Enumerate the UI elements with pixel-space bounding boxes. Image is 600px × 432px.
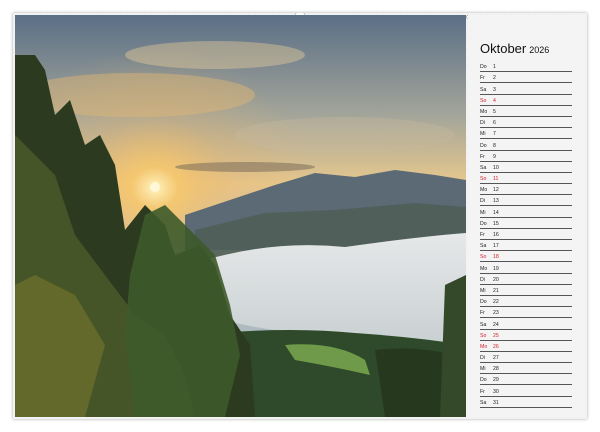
- weekday-label: Fr: [480, 232, 485, 238]
- day-number: 26: [493, 343, 499, 350]
- day-number: 21: [493, 287, 499, 294]
- weekday-label: Mo: [480, 108, 488, 115]
- day-number: 1: [493, 64, 496, 71]
- weekday-label: Di: [480, 120, 485, 127]
- day-row: Sa 17: [480, 240, 572, 252]
- day-number: 22: [493, 299, 499, 306]
- weekday-label: Mi: [480, 209, 486, 216]
- day-row: Di 13: [480, 195, 572, 207]
- day-row: Fr 9: [480, 151, 572, 162]
- day-number: 17: [493, 243, 499, 250]
- day-row: So 25: [480, 330, 572, 341]
- day-row: Mo 12: [480, 184, 572, 196]
- day-row: Fr 2: [480, 72, 572, 84]
- weekday-label: Fr: [480, 75, 485, 82]
- day-row: Sa 24: [480, 318, 572, 330]
- day-row: Di 27: [480, 352, 572, 364]
- day-row: Do 1: [480, 61, 572, 73]
- day-number: 7: [493, 131, 496, 138]
- weekday-label: So: [480, 97, 487, 104]
- weekday-label: Sa: [480, 321, 487, 328]
- day-row: Fr 23: [480, 307, 572, 319]
- day-row: Mo 19: [480, 262, 572, 274]
- day-number: 18: [493, 254, 499, 261]
- day-row: Mi 21: [480, 285, 572, 296]
- day-number: 27: [493, 355, 499, 362]
- day-row: Do 15: [480, 218, 572, 229]
- weekday-label: Do: [480, 377, 487, 384]
- weekday-label: Sa: [480, 243, 487, 250]
- day-number: 30: [493, 388, 499, 395]
- weekday-label: Mi: [480, 366, 486, 373]
- day-row: Mo 5: [480, 106, 572, 117]
- day-number: 24: [493, 321, 499, 328]
- weekday-label: Sa: [480, 399, 487, 406]
- day-row: So 11: [480, 173, 572, 185]
- weekday-label: So: [480, 176, 487, 183]
- day-number: 16: [493, 232, 499, 238]
- year-label: 2026: [529, 45, 550, 55]
- weekday-label: Sa: [480, 164, 487, 171]
- weekday-label: Sa: [480, 86, 487, 93]
- day-row: Fr 30: [480, 385, 572, 397]
- day-row: Mi 14: [480, 206, 572, 218]
- weekday-label: Do: [480, 64, 487, 71]
- weekday-label: Do: [480, 142, 487, 149]
- weekday-label: Di: [480, 198, 485, 205]
- weekday-label: Mo: [480, 187, 488, 194]
- day-number: 4: [493, 97, 496, 104]
- day-number: 15: [493, 220, 499, 227]
- day-number: 6: [493, 120, 496, 127]
- day-row: So 18: [480, 251, 572, 263]
- day-row: Di 20: [480, 274, 572, 285]
- day-row: Mo 26: [480, 341, 572, 352]
- day-number: 11: [493, 176, 499, 183]
- day-number: 8: [493, 142, 496, 149]
- weekday-label: So: [480, 332, 487, 339]
- day-row: Do 22: [480, 296, 572, 308]
- day-number: 12: [493, 187, 499, 194]
- day-number: 5: [493, 108, 496, 115]
- weekday-label: Mi: [480, 287, 486, 294]
- weekday-label: Di: [480, 276, 485, 283]
- day-number: 20: [493, 276, 499, 283]
- day-number: 28: [493, 366, 499, 373]
- weekday-label: Do: [480, 220, 487, 227]
- day-row: Sa 10: [480, 162, 572, 173]
- day-row: Do 8: [480, 139, 572, 151]
- day-number: 13: [493, 198, 499, 205]
- day-number: 10: [493, 164, 499, 171]
- day-row: Sa 3: [480, 83, 572, 95]
- weekday-label: Mi: [480, 131, 486, 138]
- weekday-label: Mo: [480, 343, 488, 350]
- weekday-label: Do: [480, 299, 487, 306]
- day-row: Mi 7: [480, 128, 572, 140]
- weekday-label: Di: [480, 355, 485, 362]
- weekday-label: Fr: [480, 153, 485, 160]
- day-number: 3: [493, 86, 496, 93]
- day-row: So 4: [480, 95, 572, 106]
- day-number: 14: [493, 209, 499, 216]
- weekday-label: Fr: [480, 310, 485, 317]
- landscape-photo: [15, 15, 466, 417]
- day-row: Do 29: [480, 374, 572, 386]
- weekday-label: Fr: [480, 388, 485, 395]
- day-row: Sa 31: [480, 397, 572, 408]
- day-number: 29: [493, 377, 499, 384]
- weekday-label: So: [480, 254, 487, 261]
- day-row: Di 6: [480, 117, 572, 129]
- weekday-label: Mo: [480, 265, 488, 272]
- day-list: Do 1 Fr 2 Sa 3 So 4 Mo 5 Di 6 Mi 7 Do 8 Fr 9 Sa 10 So 11 Mo 12 D…: [480, 61, 572, 408]
- month-title: Oktober 2026: [480, 40, 549, 58]
- day-number: 19: [493, 265, 499, 272]
- calendar-panel: Oktober 2026 Do 1 Fr 2 Sa 3 So 4 Mo 5 Di 6 Mi 7 Do 8 Fr 9 S…: [468, 15, 585, 417]
- day-number: 9: [493, 153, 496, 160]
- day-number: 25: [493, 332, 499, 339]
- day-row: Mi 28: [480, 363, 572, 375]
- day-number: 2: [493, 75, 496, 82]
- day-number: 23: [493, 310, 499, 317]
- day-number: 31: [493, 399, 499, 406]
- month-name: Oktober: [480, 41, 527, 56]
- day-row: Fr 16: [480, 229, 572, 240]
